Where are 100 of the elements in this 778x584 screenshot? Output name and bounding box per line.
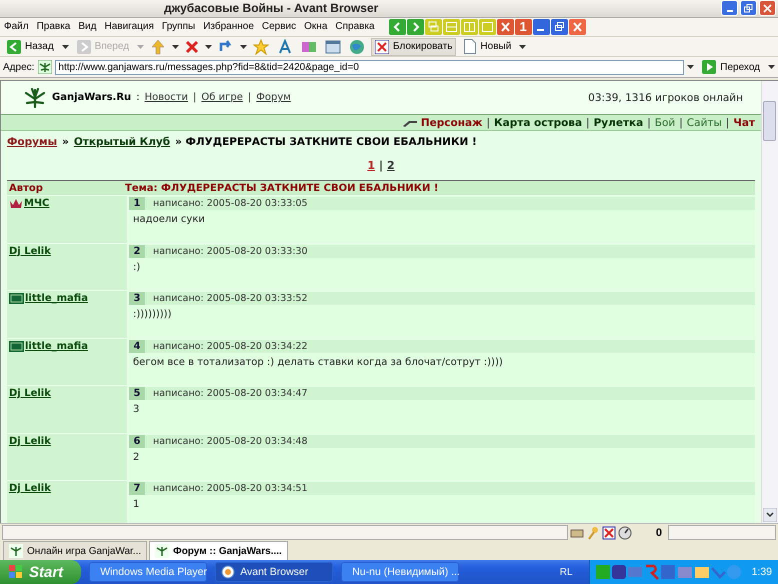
nav-link[interactable]: Персонаж [420, 116, 482, 128]
author-link[interactable]: Dj Lelik [9, 246, 51, 256]
menu-item[interactable]: Навигация [104, 21, 154, 32]
online-status: 03:39, 1316 игроков онлайн [588, 92, 743, 104]
nav-link[interactable]: Карта острова [494, 116, 582, 128]
separator-text: | [586, 116, 590, 128]
taskbar-button[interactable]: Windows Media Player [89, 562, 208, 582]
post-text: :) [132, 260, 142, 272]
text-icon[interactable] [277, 38, 294, 54]
blocked-window-icon [375, 40, 390, 54]
block-button[interactable]: Блокировать [371, 38, 456, 56]
minimize-button[interactable] [721, 0, 738, 16]
post-number: 5 [129, 387, 145, 400]
post-date: написано: 2005-08-20 03:33:52 [153, 293, 308, 304]
nav-link[interactable]: Бой [654, 116, 676, 128]
key-icon [586, 526, 600, 540]
new-button[interactable]: Новый [460, 37, 516, 56]
menu-item[interactable]: Сервис [262, 21, 296, 32]
close-icon[interactable] [568, 18, 586, 35]
close-icon [763, 4, 772, 13]
page-link[interactable]: 1 [367, 159, 375, 172]
separator-text: | [647, 116, 651, 128]
menu-item[interactable]: Окна [304, 21, 328, 32]
page-link[interactable]: 2 [387, 159, 395, 172]
menu-item[interactable]: Справка [335, 21, 375, 32]
author-link[interactable]: Dj Lelik [9, 483, 51, 494]
restore-button[interactable] [740, 0, 757, 16]
taskbar-button[interactable]: Nu-nu (Невидимый) ... [341, 562, 460, 582]
page-icon [464, 39, 476, 54]
restore-icon [744, 4, 753, 13]
post-text: 3 [132, 403, 140, 415]
breadcrumb-link[interactable]: Форумы [7, 136, 58, 148]
window-title: джубасовые Войны - Avant Browser [163, 1, 378, 16]
close-button[interactable] [759, 0, 776, 16]
dropdown-arrow-icon[interactable] [172, 44, 180, 48]
up-arrow-icon[interactable] [150, 38, 166, 54]
nav-link[interactable]: Рулетка [594, 116, 644, 128]
close-icon[interactable] [496, 18, 514, 35]
nav-link[interactable]: Форум [256, 92, 291, 103]
language-indicator[interactable]: RL [560, 566, 585, 578]
stop-icon[interactable] [185, 40, 200, 54]
app-icon [221, 565, 236, 579]
address-label: Адрес: [3, 62, 34, 72]
author-link[interactable]: МЧС [24, 198, 50, 209]
dropdown-arrow-icon[interactable] [768, 65, 775, 69]
dropdown-arrow-icon[interactable] [240, 44, 248, 48]
author-link[interactable]: Dj Lelik [9, 388, 51, 399]
post-date: написано: 2005-08-20 03:34:51 [153, 483, 308, 494]
counter: 0 [654, 526, 663, 538]
go-button[interactable]: Переход [698, 58, 764, 76]
clan-badge-icon [9, 293, 24, 304]
dropdown-arrow-icon[interactable] [205, 44, 212, 48]
menu-item[interactable]: Группы [162, 21, 196, 32]
nav-link[interactable]: Об игре [201, 92, 243, 103]
post-number: 4 [129, 340, 145, 352]
gun-icon [402, 118, 417, 126]
author-link[interactable]: Dj Lelik [9, 436, 51, 446]
separator-text: | [486, 116, 490, 128]
crown-icon [9, 198, 23, 209]
taskbar-button[interactable]: Avant Browser [215, 562, 334, 582]
breadcrumb-link[interactable]: Открытый Клуб [74, 136, 170, 148]
browser-tab[interactable]: Форум :: GanjaWars.... [149, 541, 288, 560]
menu-item[interactable]: Файл [4, 21, 29, 32]
separator-text: | [679, 116, 683, 128]
address-field[interactable]: http://www.ganjawars.ru/messages.php?fid=8&tid=2420&page_id=0 [55, 60, 684, 74]
dropdown-arrow-icon[interactable] [519, 44, 526, 48]
gauge-icon [618, 526, 632, 540]
author-link[interactable]: little_mafia [25, 293, 88, 304]
scroll-down-icon[interactable] [763, 508, 777, 522]
nav-link[interactable]: Новости [144, 92, 188, 103]
nav-link[interactable]: Чат [733, 116, 755, 128]
star-icon[interactable] [253, 38, 270, 54]
post-date: написано: 2005-08-20 03:34:48 [153, 436, 308, 446]
site-name: GanjaWars.Ru [52, 92, 132, 103]
column-header: Автор [8, 182, 44, 194]
globe-icon[interactable] [349, 38, 366, 54]
post-text: 2 [132, 450, 140, 462]
window-layout-icon[interactable] [550, 18, 568, 35]
separator-text: : [136, 92, 140, 103]
dropdown-arrow-icon[interactable] [687, 65, 694, 69]
post-text: надоели суки [132, 213, 206, 225]
menu-item[interactable]: Избранное [203, 21, 254, 32]
window-icon[interactable] [325, 38, 342, 54]
back-button[interactable]: Назад [3, 38, 58, 56]
leaf-icon [23, 86, 47, 108]
nav-link[interactable]: Сайты [686, 116, 722, 128]
window-number-button[interactable]: 1 [514, 18, 532, 35]
menu-item[interactable]: Вид [78, 21, 96, 32]
separator-text: | [193, 92, 196, 103]
scrollbar[interactable] [761, 81, 778, 523]
separator-text: | [248, 92, 252, 103]
post-number: 7 [129, 482, 145, 495]
scroll-thumb[interactable] [763, 101, 776, 141]
dropdown-arrow-icon[interactable] [62, 44, 69, 48]
browser-tab[interactable]: Онлайн игра GanjaWar... [3, 541, 148, 560]
menu-item[interactable]: Правка [36, 21, 70, 32]
author-link[interactable]: little_mafia [25, 340, 88, 352]
clock: 1:39 [752, 566, 772, 578]
post-text: :))))))))) [132, 308, 172, 320]
minimize-icon[interactable] [532, 18, 550, 35]
